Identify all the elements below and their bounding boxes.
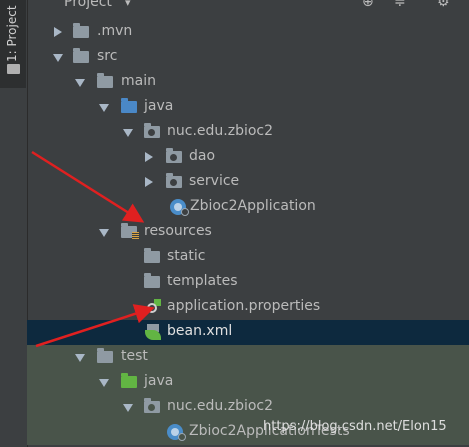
spring-boot-class-icon bbox=[170, 199, 189, 216]
spring-xml-icon bbox=[145, 324, 161, 340]
tree-item-resources[interactable]: resources bbox=[27, 220, 469, 245]
chevron-down-icon[interactable] bbox=[75, 354, 85, 362]
folder-icon bbox=[73, 23, 89, 38]
spring-boot-class-icon bbox=[167, 424, 186, 441]
tree-item-zbioc2application[interactable]: Zbioc2Application bbox=[27, 195, 469, 220]
resources-folder-icon bbox=[121, 223, 139, 239]
tree-item-label: static bbox=[167, 248, 206, 264]
tree-item-main[interactable]: main bbox=[27, 70, 469, 95]
project-tree: .mvn src main java nuc.edu.zbioc2 dao se… bbox=[27, 14, 469, 447]
tree-item-application-properties[interactable]: application.properties bbox=[27, 295, 469, 320]
project-tool-tab[interactable]: 1: Project bbox=[0, 0, 26, 88]
project-tool-tab-label: 1: Project bbox=[5, 5, 19, 62]
tree-item-label: java bbox=[144, 98, 174, 114]
folder-icon bbox=[97, 348, 113, 363]
settings-icon[interactable]: ⚙ bbox=[437, 0, 450, 10]
tree-item-label: java bbox=[144, 373, 174, 389]
tree-item-label: templates bbox=[167, 273, 238, 289]
source-folder-icon bbox=[121, 98, 137, 113]
tree-item-dao[interactable]: dao bbox=[27, 145, 469, 170]
folder-icon bbox=[7, 64, 20, 74]
project-view-title[interactable]: Project bbox=[64, 0, 112, 10]
tree-item-java[interactable]: java bbox=[27, 95, 469, 120]
folder-icon bbox=[144, 248, 160, 263]
tree-item-test-package[interactable]: nuc.edu.zbioc2 bbox=[27, 395, 469, 420]
package-icon bbox=[144, 398, 160, 413]
chevron-down-icon[interactable]: ▾ bbox=[125, 0, 131, 9]
tree-item-label: resources bbox=[144, 223, 212, 239]
folder-icon bbox=[144, 273, 160, 288]
tree-item-label: Zbioc2Application bbox=[190, 198, 316, 214]
chevron-right-icon[interactable] bbox=[54, 27, 62, 37]
package-icon bbox=[144, 123, 160, 138]
tree-item-service[interactable]: service bbox=[27, 170, 469, 195]
tree-item-src[interactable]: src bbox=[27, 45, 469, 70]
watermark-text: https://blog.csdn.net/Elon15 bbox=[263, 419, 447, 434]
test-source-folder-icon bbox=[121, 373, 137, 388]
tree-item-label: src bbox=[97, 48, 118, 64]
chevron-right-icon[interactable] bbox=[145, 177, 153, 187]
tree-item-test[interactable]: test bbox=[27, 345, 469, 370]
chevron-down-icon[interactable] bbox=[53, 54, 63, 62]
tree-item-package[interactable]: nuc.edu.zbioc2 bbox=[27, 120, 469, 145]
tree-item-label: nuc.edu.zbioc2 bbox=[167, 123, 274, 139]
target-icon[interactable]: ⊕ bbox=[362, 0, 374, 10]
chevron-down-icon[interactable] bbox=[75, 79, 85, 87]
folder-icon bbox=[73, 48, 89, 63]
chevron-down-icon[interactable] bbox=[123, 404, 133, 412]
tree-item-mvn[interactable]: .mvn bbox=[27, 20, 469, 45]
chevron-down-icon[interactable] bbox=[123, 129, 133, 137]
tree-item-static[interactable]: static bbox=[27, 245, 469, 270]
tree-item-label: main bbox=[121, 73, 156, 89]
tree-item-label: test bbox=[121, 348, 148, 364]
package-icon bbox=[166, 173, 182, 188]
chevron-right-icon[interactable] bbox=[145, 152, 153, 162]
package-icon bbox=[166, 148, 182, 163]
tree-item-templates[interactable]: templates bbox=[27, 270, 469, 295]
tree-item-label: dao bbox=[189, 148, 216, 164]
folder-icon bbox=[97, 73, 113, 88]
collapse-icon[interactable]: ≑ bbox=[394, 0, 406, 10]
tree-item-label: nuc.edu.zbioc2 bbox=[167, 398, 274, 414]
chevron-down-icon[interactable] bbox=[99, 104, 109, 112]
tree-item-test-java[interactable]: java bbox=[27, 370, 469, 395]
chevron-down-icon[interactable] bbox=[99, 229, 109, 237]
tree-item-label: service bbox=[189, 173, 240, 189]
tree-item-label: .mvn bbox=[97, 23, 133, 39]
tool-window-strip: 1: Project bbox=[0, 0, 28, 447]
chevron-down-icon[interactable] bbox=[99, 379, 109, 387]
properties-file-icon bbox=[145, 299, 161, 315]
tree-item-label: application.properties bbox=[167, 298, 321, 314]
tree-item-bean-xml[interactable]: bean.xml bbox=[27, 320, 469, 345]
project-panel-header: Project ▾ ⊕ ≑ ⚙ bbox=[27, 0, 469, 14]
tree-item-label: bean.xml bbox=[167, 323, 233, 339]
